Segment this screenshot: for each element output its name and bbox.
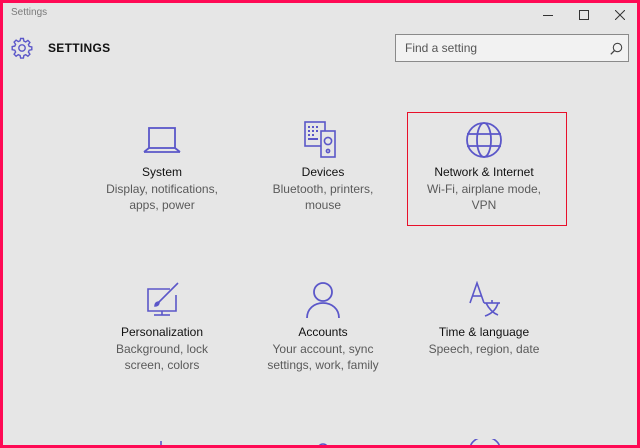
tile-description: Your account, sync settings, work, famil…	[267, 342, 379, 372]
tile-network-internet[interactable]: Network & Internet Wi-Fi, airplane mode,…	[409, 121, 559, 213]
person-icon	[306, 282, 340, 319]
close-icon	[615, 10, 625, 20]
tile-label: Devices	[301, 165, 345, 179]
search-box[interactable]	[395, 34, 629, 62]
title-bar: Settings	[3, 3, 637, 27]
maximize-icon	[579, 10, 589, 20]
partial-tile-icon	[470, 439, 500, 445]
settings-header: SETTINGS	[3, 33, 637, 63]
tile-time-language[interactable]: Time & language Speech, region, date	[409, 281, 559, 357]
tile-label: Network & Internet	[434, 165, 534, 179]
tile-label: Time & language	[438, 325, 530, 339]
tile-personalization[interactable]: Personalization Background, lock screen,…	[87, 281, 237, 373]
maximize-button[interactable]	[566, 3, 602, 27]
tile-description: Bluetooth, printers, mouse	[272, 182, 374, 212]
partial-tile-icon	[318, 443, 328, 445]
laptop-icon	[143, 127, 181, 153]
minimize-button[interactable]	[530, 3, 566, 27]
close-button[interactable]	[602, 3, 637, 27]
window-title: Settings	[11, 7, 48, 18]
gear-icon	[11, 37, 33, 59]
partial-tile-icon	[160, 441, 162, 445]
tile-label: Accounts	[298, 325, 348, 339]
tile-description: Display, notifications, apps, power	[106, 182, 218, 212]
tile-description: Background, lock screen, colors	[115, 342, 209, 372]
tile-label: Personalization	[120, 325, 204, 339]
time-language-icon	[469, 281, 500, 317]
tile-label: System	[141, 165, 182, 179]
minimize-icon	[543, 15, 553, 16]
devices-icon	[304, 121, 336, 158]
search-icon[interactable]	[610, 42, 623, 55]
personalization-icon	[147, 282, 179, 316]
settings-window: Settings SETTINGS Find a setting System …	[0, 0, 640, 448]
tile-description: Speech, region, date	[428, 342, 540, 356]
tile-accounts[interactable]: Accounts Your account, sync settings, wo…	[248, 281, 398, 373]
tile-description: Wi-Fi, airplane mode, VPN	[426, 182, 542, 212]
tile-system[interactable]: System Display, notifications, apps, pow…	[87, 121, 237, 213]
search-input[interactable]	[396, 35, 611, 61]
tile-devices[interactable]: Devices Bluetooth, printers, mouse	[248, 121, 398, 213]
globe-icon	[466, 122, 502, 158]
page-title: SETTINGS	[48, 41, 111, 55]
